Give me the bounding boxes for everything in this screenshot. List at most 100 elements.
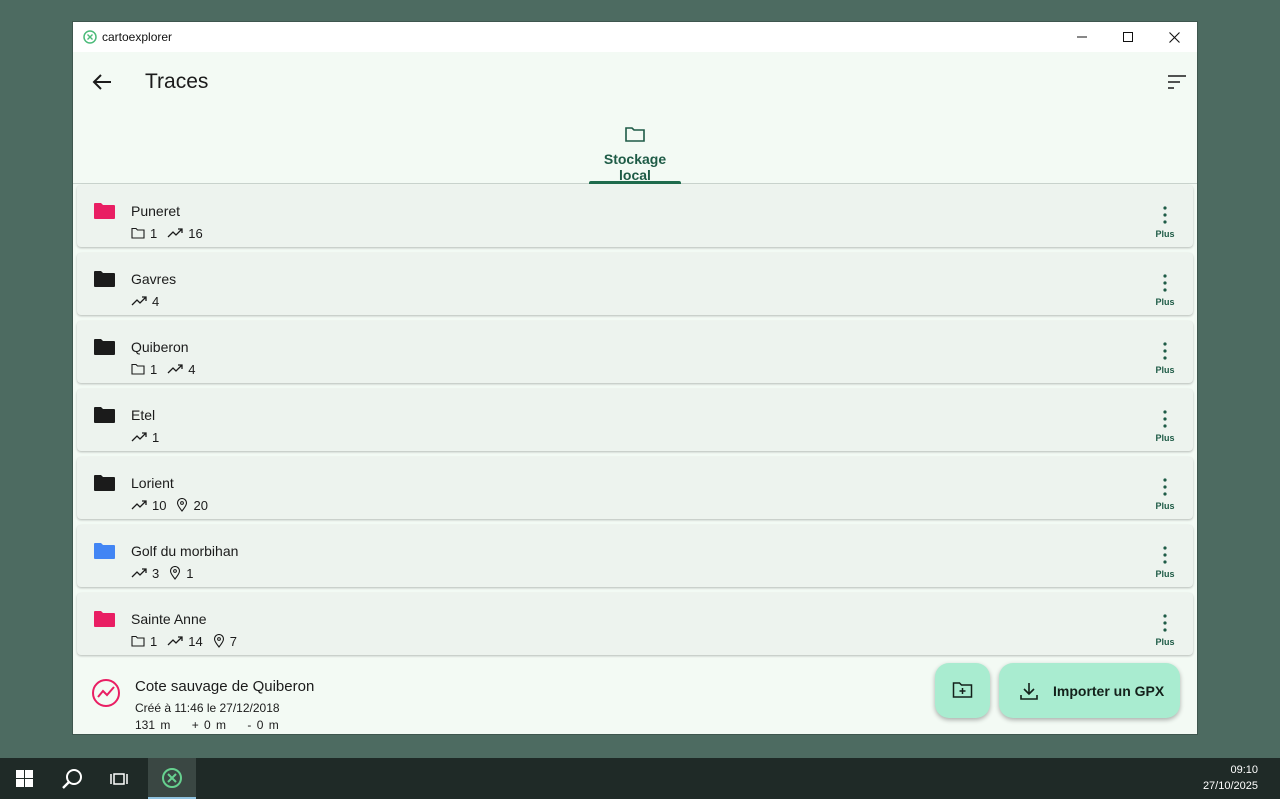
start-button[interactable] [0, 758, 48, 799]
folder-item-golf-du-morbihan[interactable]: Golf du morbihan 3 1 Plus [77, 525, 1193, 587]
stat-value: 1 [152, 429, 160, 445]
stat-value: 4 [152, 293, 160, 309]
clock-date: 27/10/2025 [1202, 780, 1258, 792]
track-line-icon [131, 432, 147, 442]
minimize-icon [1077, 36, 1087, 38]
more-label: Plus [1155, 501, 1175, 511]
stat-value: 10 [152, 497, 167, 513]
folder-item-lorient[interactable]: Lorient 10 20 Plus [77, 457, 1193, 519]
app-bar: Traces [73, 52, 1197, 112]
track-line-icon [131, 500, 147, 510]
folder-item-gavres[interactable]: Gavres 4 Plus [77, 253, 1193, 315]
clock-time: 09:10 [1230, 764, 1258, 776]
tab-label: Stockage local [603, 151, 667, 183]
window-title: cartoexplorer [102, 30, 173, 44]
more-button[interactable]: Plus [1145, 271, 1185, 311]
more-vertical-icon [1163, 614, 1167, 632]
folder-name: Quiberon [131, 339, 189, 355]
stat-value: 20 [193, 497, 208, 513]
track-created-date: Créé à 11:46 le 27/12/2018 [135, 701, 280, 715]
import-gpx-button[interactable]: Importer un GPX [999, 663, 1180, 718]
more-button[interactable]: Plus [1145, 543, 1185, 583]
folder-name: Sainte Anne [131, 611, 207, 627]
minimize-button[interactable] [1059, 22, 1105, 52]
map-pin-icon [177, 498, 188, 512]
track-line-icon [167, 364, 183, 374]
folder-item-quiberon[interactable]: Quiberon 1 4 Plus [77, 321, 1193, 383]
taskbar-app-cartoexplorer[interactable] [148, 758, 196, 799]
folder-stat: 1 [131, 362, 157, 377]
more-button[interactable]: Plus [1145, 611, 1185, 651]
track-stats: 131 m + 0 m - 0 m [135, 718, 279, 732]
more-vertical-icon [1163, 206, 1167, 224]
app-window: cartoexplorer Traces Stockage local Pune… [73, 22, 1197, 734]
folder-stats: 1 16 [131, 225, 213, 241]
folder-name: Lorient [131, 475, 174, 491]
folder-stat: 1 [131, 226, 157, 241]
page-title: Traces [145, 70, 209, 93]
track-line-icon [131, 568, 147, 578]
folder-stat: 16 [167, 225, 203, 241]
more-button[interactable]: Plus [1145, 339, 1185, 379]
folder-icon [94, 407, 115, 423]
sort-icon[interactable] [1165, 72, 1189, 92]
folder-name: Gavres [131, 271, 177, 287]
folder-item-puneret[interactable]: Puneret 1 16 Plus [77, 185, 1193, 247]
more-vertical-icon [1163, 342, 1167, 360]
tab-local-storage[interactable]: Stockage local [589, 112, 681, 184]
track-line-icon [167, 228, 183, 238]
task-view-icon [110, 772, 128, 785]
folder-icon [94, 611, 115, 627]
cartoexplorer-logo-icon [162, 767, 182, 788]
stat-value: 7 [229, 633, 237, 649]
map-pin-icon [213, 634, 224, 648]
stat-value: 1 [150, 633, 158, 649]
more-button[interactable]: Plus [1145, 407, 1185, 447]
folder-icon [94, 203, 115, 219]
stat-value: 1 [186, 565, 194, 581]
taskbar: 09:10 27/10/2025 [0, 758, 1280, 799]
search-button[interactable] [48, 758, 96, 799]
folder-item-sainte-anne[interactable]: Sainte Anne 1 14 7 Plus [77, 593, 1193, 655]
maximize-icon [1123, 32, 1133, 42]
close-button[interactable] [1151, 22, 1197, 52]
tab-indicator [589, 181, 681, 184]
more-vertical-icon [1163, 274, 1167, 292]
more-label: Plus [1155, 637, 1175, 647]
maximize-button[interactable] [1105, 22, 1151, 52]
stat-value: 14 [188, 633, 203, 649]
folder-item-etel[interactable]: Etel 1 Plus [77, 389, 1193, 451]
track-name: Cote sauvage de Quiberon [135, 678, 315, 695]
folder-outline-icon [625, 127, 645, 142]
more-button[interactable]: Plus [1145, 475, 1185, 515]
folder-stat: 7 [213, 634, 237, 649]
folder-stat: 14 [167, 633, 203, 649]
folder-stat: 4 [131, 294, 159, 309]
folder-outline-icon [131, 363, 145, 375]
more-button[interactable]: Plus [1145, 203, 1185, 243]
back-arrow-icon[interactable] [91, 71, 113, 93]
more-vertical-icon [1163, 478, 1167, 496]
folder-icon [94, 543, 115, 559]
windows-logo-icon [15, 770, 33, 787]
folder-stats: 31 [131, 565, 203, 581]
title-bar[interactable]: cartoexplorer [73, 22, 1197, 52]
stat-value: 16 [188, 225, 203, 241]
more-label: Plus [1155, 297, 1175, 307]
task-view-button[interactable] [96, 758, 144, 799]
more-label: Plus [1155, 569, 1175, 579]
folder-stats: 10 20 [131, 497, 218, 513]
search-icon [62, 768, 82, 789]
system-clock[interactable]: 09:10 27/10/2025 [1203, 762, 1258, 794]
folder-stat: 10 [131, 498, 166, 513]
more-label: Plus [1155, 365, 1175, 375]
new-folder-button[interactable] [935, 663, 990, 718]
cartoexplorer-logo-icon [83, 30, 97, 44]
folder-icon [94, 475, 115, 491]
download-icon [1020, 683, 1038, 700]
folder-outline-icon [131, 635, 145, 647]
folder-icon [94, 339, 115, 355]
more-label: Plus [1155, 433, 1175, 443]
tab-bar: Stockage local [73, 112, 1197, 184]
folder-name: Golf du morbihan [131, 543, 239, 559]
